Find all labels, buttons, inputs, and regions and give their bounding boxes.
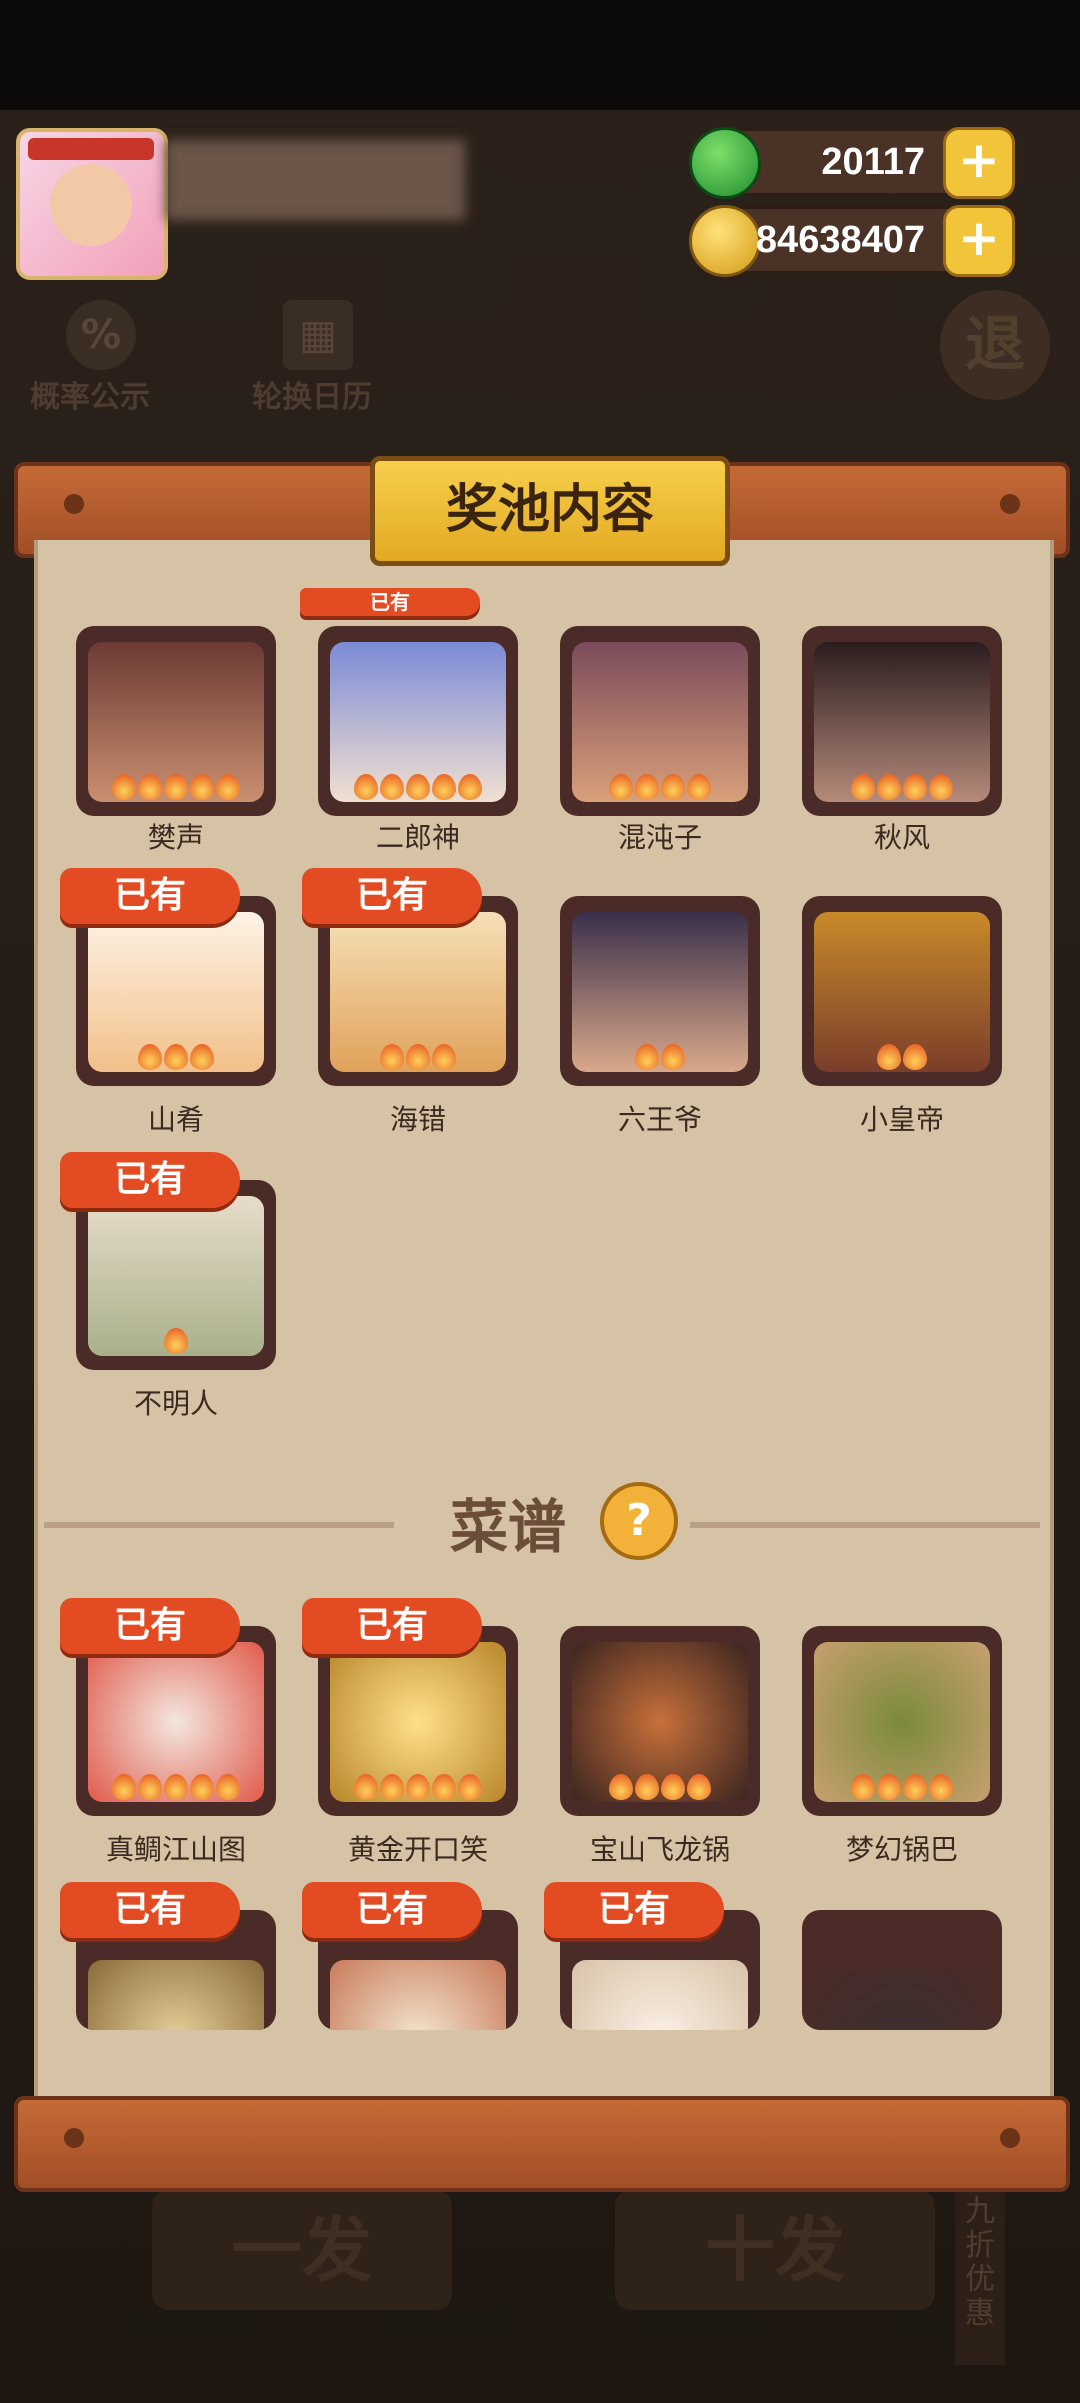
player-name-blurred: [165, 140, 465, 220]
recipe-name: 梦幻锅巴: [845, 1834, 958, 1865]
character-name: 秋风: [873, 822, 930, 853]
jade-resource: 20117 +: [689, 127, 1015, 199]
recipe-card[interactable]: [560, 1626, 760, 1816]
character-card[interactable]: [76, 1180, 276, 1370]
character-card[interactable]: [560, 896, 760, 1086]
character-card[interactable]: [560, 626, 760, 816]
recipe-image: [330, 1960, 506, 2030]
avatar-banner: [28, 138, 154, 160]
panel-bottom-rail: [14, 2096, 1070, 2192]
recipe-image: [88, 1960, 264, 2030]
divider-right: [690, 1522, 1040, 1528]
rarity-flames: [802, 1044, 1002, 1076]
rarity-flames: [802, 1774, 1002, 1806]
divider-left: [44, 1522, 394, 1528]
recipe-card[interactable]: [802, 1910, 1002, 2030]
character-name: 二郎神: [375, 822, 460, 853]
rarity-flames: [802, 774, 1002, 806]
gold-resource: 84638407 +: [689, 205, 1015, 277]
character-name: 樊声: [147, 822, 204, 853]
rarity-flames: [318, 1774, 518, 1806]
player-avatar[interactable]: [16, 128, 168, 280]
gold-amount: 84638407: [755, 219, 925, 261]
recipes-title: 菜谱: [450, 1493, 567, 1561]
character-name: 山肴: [147, 1104, 204, 1135]
character-card[interactable]: [318, 896, 518, 1086]
calendar-icon: ▦: [283, 300, 353, 370]
owned-badge: 已有: [60, 1882, 240, 1938]
help-icon[interactable]: ?: [600, 1482, 678, 1560]
rarity-flames: [318, 1044, 518, 1076]
owned-badge: 已有: [60, 1152, 240, 1208]
add-gold-button[interactable]: +: [943, 205, 1015, 277]
character-name: 不明人: [133, 1388, 218, 1419]
owned-badge: 已有: [60, 1598, 240, 1654]
character-name: 小皇帝: [859, 1104, 944, 1135]
rarity-flames: [560, 1044, 760, 1076]
rarity-flames: [318, 774, 518, 806]
single-draw-button: 一发: [152, 2190, 452, 2310]
character-name: 海错: [389, 1104, 446, 1135]
gold-coin-icon: [689, 205, 761, 277]
percent-icon: %: [66, 300, 136, 370]
probability-label: 概率公示: [30, 380, 150, 415]
character-name: 混沌子: [617, 822, 702, 853]
owned-badge: 已有: [300, 588, 480, 616]
add-jade-button[interactable]: +: [943, 127, 1015, 199]
retreat-button: 退: [940, 290, 1050, 400]
avatar-face: [50, 164, 132, 246]
recipe-card[interactable]: [802, 1626, 1002, 1816]
rarity-flames: [560, 1774, 760, 1806]
rarity-flames: [560, 774, 760, 806]
recipe-card[interactable]: [76, 1626, 276, 1816]
status-bar: [0, 0, 1080, 110]
character-card[interactable]: [318, 626, 518, 816]
character-card[interactable]: [802, 626, 1002, 816]
rarity-flames: [76, 1328, 276, 1360]
character-name: 六王爷: [617, 1104, 702, 1135]
owned-badge: 已有: [302, 868, 482, 924]
ten-draw-button: 十发: [615, 2190, 935, 2310]
jade-amount: 20117: [821, 141, 925, 183]
character-card[interactable]: [76, 896, 276, 1086]
owned-badge: 已有: [302, 1598, 482, 1654]
prize-pool-panel[interactable]: 樊声 已有 二郎神 混沌子 秋风 已有 山肴 已有 海错 六王爷 小皇帝 已有 …: [34, 540, 1054, 2100]
recipe-image: [572, 1960, 748, 2030]
owned-badge: 已有: [60, 868, 240, 924]
recipe-name: 真鲷江山图: [105, 1834, 246, 1865]
jade-coin-icon: [689, 127, 761, 199]
character-card[interactable]: [76, 626, 276, 816]
character-card[interactable]: [802, 896, 1002, 1086]
owned-badge: 已有: [302, 1882, 482, 1938]
recipe-name: 黄金开口笑: [347, 1834, 488, 1865]
recipe-image: [814, 1970, 990, 2030]
owned-badge: 已有: [544, 1882, 724, 1938]
discount-label: 九折优惠: [955, 2185, 1005, 2365]
calendar-label: 轮换日历: [252, 380, 372, 415]
recipe-name: 宝山飞龙锅: [589, 1834, 730, 1865]
rarity-flames: [76, 1044, 276, 1076]
recipe-card[interactable]: [318, 1626, 518, 1816]
rarity-flames: [76, 1774, 276, 1806]
rarity-flames: [76, 774, 276, 806]
panel-title: 奖池内容: [370, 456, 730, 566]
